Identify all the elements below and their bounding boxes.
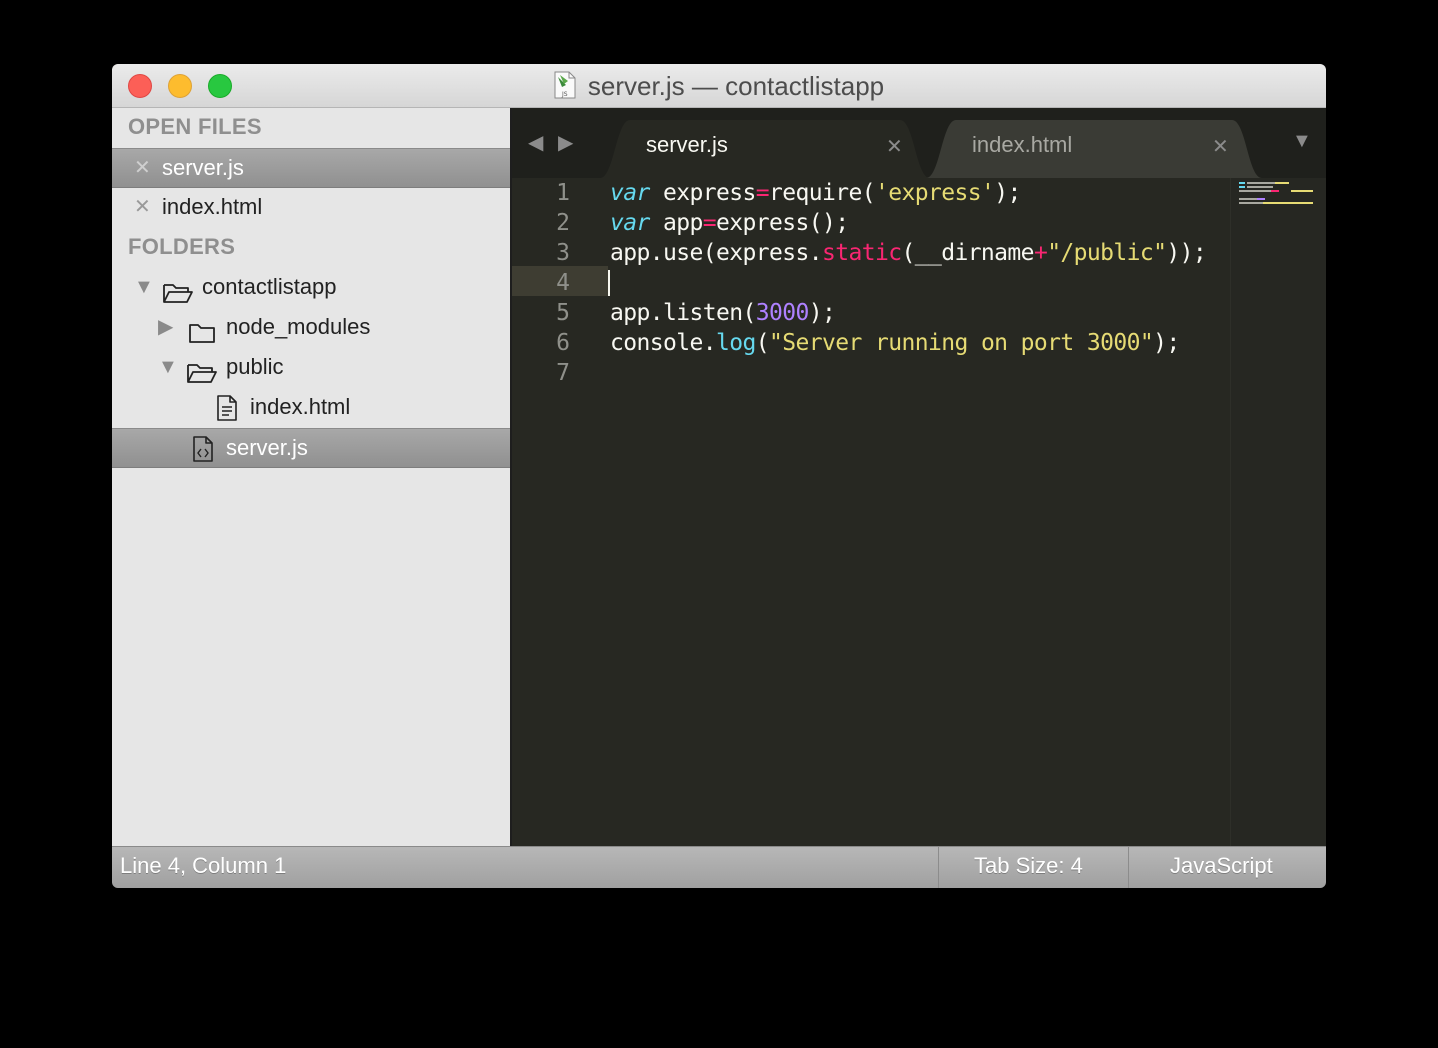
folders-header: FOLDERS [128, 234, 236, 259]
code-token: var [610, 180, 650, 206]
line-number-gutter: 1 2 3 4 5 6 7 [512, 178, 607, 846]
js-file-icon: JS [554, 71, 576, 99]
line-number: 1 [556, 180, 570, 206]
code-token: 'express' [874, 180, 995, 206]
tab-label: index.html [972, 132, 1073, 157]
close-icon[interactable]: ✕ [1212, 134, 1229, 159]
code-line[interactable]: app.use(express.static(__dirname+"/publi… [610, 240, 1207, 266]
line-number: 3 [556, 240, 570, 266]
tree-label: server.js [226, 435, 308, 460]
tree-label: contactlistapp [202, 274, 337, 299]
open-file-label: index.html [162, 194, 263, 219]
code-token: var [610, 210, 650, 236]
open-file-item-server-js[interactable]: ✕ server.js [112, 148, 510, 188]
code-file-icon [192, 436, 214, 474]
tree-folder-public[interactable]: ▼ public [112, 348, 510, 388]
code-line[interactable]: var app=express(); [610, 210, 849, 236]
line-number: 6 [556, 330, 570, 356]
tree-file-server-js[interactable]: server.js [112, 428, 510, 468]
code-area[interactable]: var express=require('express'); var app=e… [610, 178, 1230, 846]
code-line[interactable]: var express=require('express'); [610, 180, 1021, 206]
open-file-item-index-html[interactable]: ✕ index.html [112, 188, 510, 228]
code-token: ); [994, 180, 1021, 206]
svg-text:JS: JS [561, 91, 568, 98]
minimap[interactable] [1230, 178, 1326, 846]
code-token: )); [1166, 240, 1207, 266]
code-token: 3000 [755, 300, 810, 326]
syntax-selector[interactable]: JavaScript [1170, 853, 1273, 879]
code-line[interactable]: app.listen(3000); [610, 300, 836, 326]
tab-bar: ◀ ▶ server.js ✕ index.html ✕ ▼ [512, 108, 1326, 178]
open-file-label: server.js [162, 155, 244, 180]
code-token: require( [768, 180, 876, 206]
code-token: "/public" [1047, 240, 1167, 266]
disclosure-open-icon[interactable]: ▼ [158, 348, 178, 386]
sidebar: OPEN FILES ✕ server.js ✕ index.html FOLD… [112, 108, 512, 846]
code-token: console. [610, 330, 717, 356]
tab-server-js[interactable]: server.js ✕ [600, 120, 930, 178]
line-number: 7 [556, 360, 570, 386]
code-token: ); [1153, 330, 1180, 356]
open-files-header: OPEN FILES [128, 114, 262, 139]
code-token: app [649, 210, 703, 236]
tree-label: node_modules [226, 314, 371, 339]
disclosure-open-icon[interactable]: ▼ [134, 268, 154, 306]
code-token: static [821, 240, 902, 266]
tree-label: public [226, 354, 284, 379]
line-number: 5 [556, 300, 570, 326]
tab-list-dropdown-icon[interactable]: ▼ [1292, 130, 1312, 153]
code-token: = [702, 210, 717, 236]
cursor-position: Line 4, Column 1 [120, 853, 287, 878]
code-token: ); [808, 300, 836, 326]
status-bar: Line 4, Column 1 Tab Size: 4 JavaScript [112, 846, 1326, 888]
close-icon[interactable]: ✕ [134, 149, 151, 187]
code-token: + [1033, 240, 1048, 266]
tree-file-index-html[interactable]: index.html [112, 388, 510, 428]
status-divider [1128, 847, 1129, 888]
previous-tab-icon[interactable]: ◀ [528, 130, 543, 155]
tab-size-selector[interactable]: Tab Size: 4 [974, 853, 1083, 879]
window-title-text: server.js — contactlistapp [587, 71, 885, 101]
editor-window: JS server.js — contactlistapp OPEN FILES… [112, 64, 1326, 888]
code-token: log [715, 330, 756, 356]
disclosure-closed-icon[interactable]: ▶ [158, 308, 173, 346]
tree-folder-contactlistapp[interactable]: ▼ contactlistapp [112, 268, 510, 308]
code-line[interactable]: console.log("Server running on port 3000… [610, 330, 1180, 356]
status-divider [938, 847, 939, 888]
title-bar[interactable]: JS server.js — contactlistapp [112, 64, 1326, 108]
window-title: JS server.js — contactlistapp [112, 71, 1326, 102]
editor-pane: ◀ ▶ server.js ✕ index.html ✕ ▼ 1 2 3 4 5 6 7 v… [512, 108, 1326, 846]
close-icon[interactable]: ✕ [134, 188, 151, 226]
code-token: app.listen( [610, 300, 756, 326]
line-number: 2 [556, 210, 570, 236]
tree-label: index.html [250, 394, 351, 419]
code-token: (__dirname [901, 240, 1034, 266]
code-token: app.use(express. [610, 240, 823, 266]
tab-label: server.js [646, 132, 728, 157]
close-icon[interactable]: ✕ [886, 134, 903, 159]
tree-folder-node-modules[interactable]: ▶ node_modules [112, 308, 510, 348]
tab-index-html[interactable]: index.html ✕ [926, 120, 1262, 178]
code-token: express(); [716, 210, 849, 236]
code-token: "Server running on port 3000" [768, 330, 1154, 356]
code-token: = [755, 180, 770, 206]
line-number: 4 [556, 270, 570, 296]
code-token: ( [755, 330, 770, 356]
text-cursor [608, 270, 610, 296]
next-tab-icon[interactable]: ▶ [558, 130, 573, 155]
code-token: express [649, 180, 756, 206]
